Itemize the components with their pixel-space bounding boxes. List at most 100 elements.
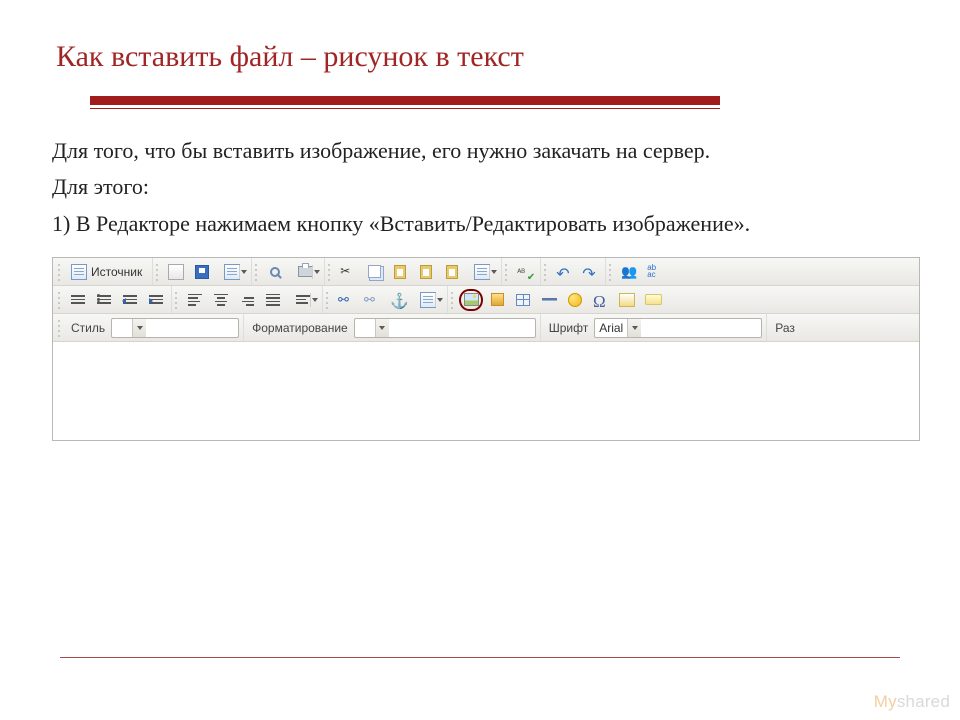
align-center-button[interactable] — [209, 289, 233, 311]
indent-icon — [149, 295, 163, 304]
page-button[interactable] — [615, 289, 639, 311]
align-icon — [296, 295, 310, 304]
replace-button[interactable]: abac — [643, 261, 667, 283]
dropdown-icon — [375, 319, 389, 337]
toolbar-row-3: Стиль Форматирование Шрифт Arial — [53, 314, 919, 342]
redo-icon — [582, 264, 598, 280]
toolbar-grip — [57, 290, 62, 310]
copy-button[interactable] — [362, 261, 386, 283]
outdent-button[interactable] — [118, 289, 142, 311]
slide-title: Как вставить файл – рисунок в текст — [52, 40, 908, 74]
horizontal-rule-button[interactable] — [537, 289, 561, 311]
hr-icon — [542, 298, 557, 301]
align-right-icon — [240, 294, 254, 306]
smiley-button[interactable] — [563, 289, 587, 311]
redo-button[interactable] — [578, 261, 602, 283]
keyboard-button[interactable] — [641, 289, 665, 311]
toolbar-grip — [254, 262, 259, 282]
templates-button[interactable] — [216, 261, 248, 283]
flash-button[interactable] — [485, 289, 509, 311]
toolbar-grip — [57, 318, 62, 338]
unlink-button[interactable]: ⚯ — [360, 289, 384, 311]
align-justify-button[interactable] — [261, 289, 285, 311]
toolbar-row-2: ⚯ ⚯ ⚓ Ω — [53, 286, 919, 314]
paste-button[interactable] — [388, 261, 412, 283]
numbered-list-icon — [71, 295, 85, 304]
font-select[interactable]: Arial — [594, 318, 762, 338]
doc-icon — [474, 264, 490, 280]
replace-icon: abac — [647, 264, 663, 280]
document-icon — [71, 264, 87, 280]
paragraph-2: Для этого: — [52, 172, 908, 202]
link-more-button[interactable] — [412, 289, 444, 311]
editor-screenshot: Источник ✂ — [52, 257, 920, 441]
toolbar-grip — [608, 262, 613, 282]
page-icon — [619, 293, 635, 307]
undo-button[interactable] — [552, 261, 576, 283]
keyboard-icon — [645, 294, 662, 305]
toolbar-row-1: Источник ✂ — [53, 258, 919, 286]
preview-button[interactable] — [263, 261, 287, 283]
bulleted-list-icon — [97, 295, 111, 304]
save-button[interactable] — [190, 261, 214, 283]
copy-icon — [368, 265, 381, 278]
paste-plain-icon — [420, 265, 432, 279]
style-label: Стиль — [65, 321, 109, 335]
print-button[interactable] — [289, 261, 321, 283]
paste-word-button[interactable] — [440, 261, 464, 283]
indent-button[interactable] — [144, 289, 168, 311]
style-select[interactable] — [111, 318, 239, 338]
dropdown-icon — [132, 319, 146, 337]
paragraph-3: 1) В Редакторе нажимаем кнопку «Вставить… — [52, 209, 908, 239]
toolbar-grip — [327, 262, 332, 282]
unlink-icon: ⚯ — [364, 292, 380, 308]
table-icon — [516, 294, 530, 306]
toolbar-grip — [504, 262, 509, 282]
toolbar-grip — [174, 290, 179, 310]
insert-image-button[interactable] — [459, 289, 483, 311]
footer-divider — [60, 657, 900, 658]
source-label: Источник — [91, 265, 142, 279]
spellcheck-icon — [517, 264, 533, 280]
toolbar-grip — [543, 262, 548, 282]
align-center-icon — [214, 294, 228, 306]
dropdown-icon — [312, 265, 321, 279]
special-char-button[interactable]: Ω — [589, 289, 613, 311]
dropdown-icon — [435, 293, 444, 307]
dropdown-icon — [310, 293, 319, 307]
paste-text-button[interactable] — [414, 261, 438, 283]
template-icon — [224, 264, 240, 280]
format-label: Форматирование — [246, 321, 352, 335]
smiley-icon — [568, 293, 582, 307]
table-button[interactable] — [511, 289, 535, 311]
cut-button[interactable]: ✂ — [336, 261, 360, 283]
find-button[interactable] — [617, 261, 641, 283]
paste-icon — [394, 265, 406, 279]
anchor-button[interactable]: ⚓ — [386, 289, 410, 311]
toolbar-grip — [325, 290, 330, 310]
spellcheck-button[interactable] — [513, 261, 537, 283]
bulleted-list-button[interactable] — [92, 289, 116, 311]
editor-content-area[interactable] — [53, 342, 919, 440]
save-icon — [195, 265, 209, 279]
link-button[interactable]: ⚯ — [334, 289, 358, 311]
source-button[interactable]: Источник — [66, 261, 149, 283]
format-select[interactable] — [354, 318, 536, 338]
new-button[interactable] — [164, 261, 188, 283]
font-value: Arial — [595, 321, 627, 335]
numbered-list-button[interactable] — [66, 289, 90, 311]
omega-icon: Ω — [593, 292, 609, 308]
align-right-button[interactable] — [235, 289, 259, 311]
clipboard-more-button[interactable] — [466, 261, 498, 283]
watermark-part-b: shared — [897, 692, 950, 711]
find-icon — [621, 264, 637, 280]
align-left-button[interactable] — [183, 289, 207, 311]
slide-body: Для того, что бы вставить изображение, е… — [52, 136, 908, 239]
align-more-button[interactable] — [287, 289, 319, 311]
toolbar-grip — [57, 262, 62, 282]
toolbar-grip — [155, 262, 160, 282]
align-justify-icon — [266, 294, 280, 306]
new-doc-icon — [168, 264, 184, 280]
align-left-icon — [188, 294, 202, 306]
cut-icon: ✂ — [340, 264, 356, 280]
